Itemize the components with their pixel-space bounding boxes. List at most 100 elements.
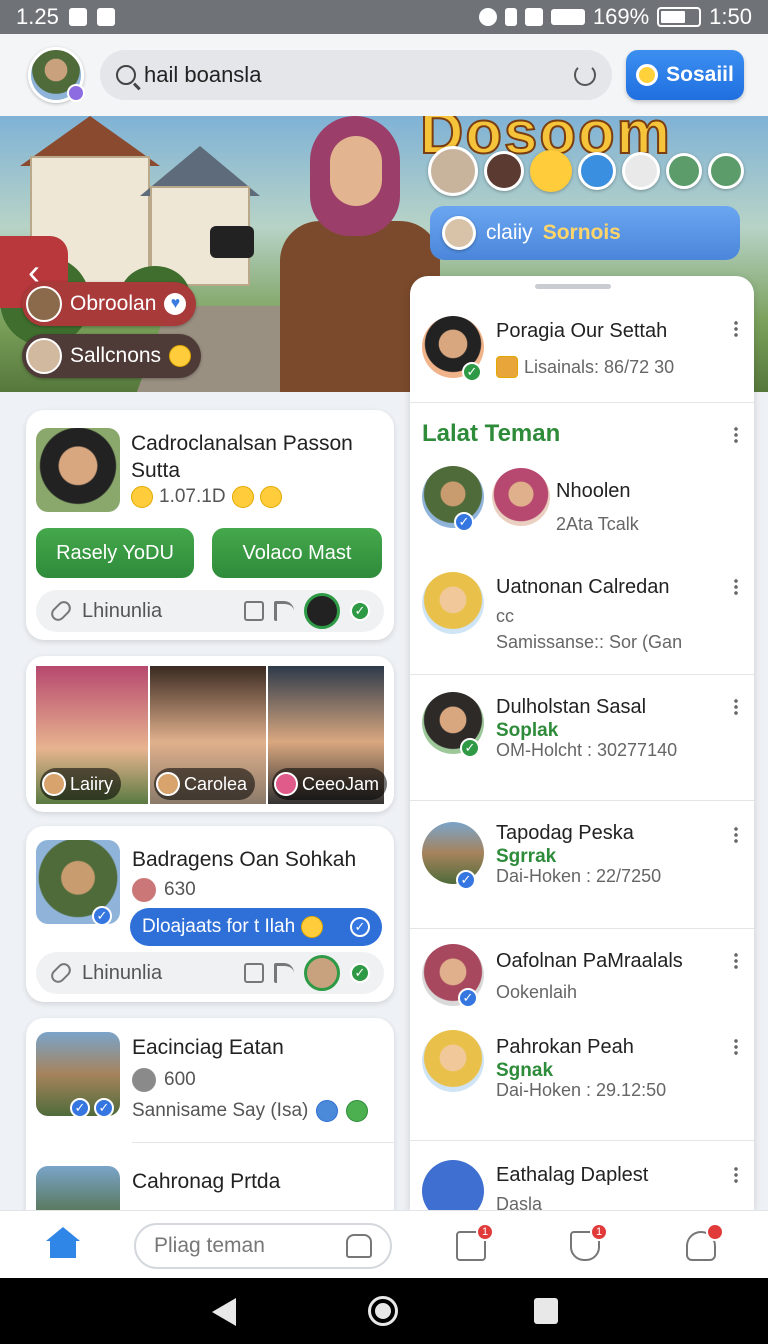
more-icon[interactable] bbox=[734, 1038, 738, 1056]
friend-name: Poragia Our Settah bbox=[496, 320, 668, 342]
recents-icon[interactable] bbox=[534, 1298, 558, 1324]
friend-row[interactable]: ✓ Oafolnan PaMraalals Ookenlaih bbox=[410, 944, 754, 1024]
photo-tile[interactable]: Carolea bbox=[150, 666, 266, 804]
emoji-icon[interactable] bbox=[530, 150, 572, 192]
friend-search[interactable]: Pliag teman bbox=[134, 1223, 392, 1269]
verified-icon: ✓ bbox=[92, 906, 112, 926]
more-icon[interactable] bbox=[734, 698, 738, 716]
hero-pill-chat[interactable]: Obroolan ♥ bbox=[22, 282, 197, 326]
friend-search-input[interactable]: Pliag teman bbox=[154, 1234, 265, 1258]
list-icon[interactable] bbox=[622, 152, 660, 190]
friend-status: Sgnak bbox=[496, 1060, 554, 1081]
camera-avatar[interactable] bbox=[304, 593, 340, 629]
check-icon: ✓ bbox=[350, 601, 370, 621]
gallery-icon bbox=[96, 8, 115, 26]
friend-row[interactable]: Uatnonan Calredan cc Samissanse:: Sor (G… bbox=[410, 572, 754, 672]
rasely-button[interactable]: Rasely YoDU bbox=[36, 528, 194, 578]
hero-pill-sessions[interactable]: Sallcnons bbox=[22, 334, 202, 378]
reply-icon[interactable] bbox=[274, 963, 294, 983]
post-meta: 600 bbox=[132, 1068, 196, 1092]
status-time: 1.25 bbox=[16, 4, 59, 29]
avatar[interactable] bbox=[304, 955, 340, 991]
back-icon[interactable] bbox=[212, 1298, 236, 1326]
friend-row[interactable]: Eathalag Daplest Dasla bbox=[410, 1158, 754, 1210]
more-icon[interactable] bbox=[734, 1166, 738, 1184]
friend-sub: Lisainals: 86/72 30 bbox=[496, 356, 674, 378]
more-icon[interactable] bbox=[734, 426, 738, 444]
more-icon[interactable] bbox=[734, 320, 738, 338]
alarm-icon bbox=[478, 8, 497, 26]
camera-icon bbox=[210, 226, 254, 258]
check-icon: ✓ bbox=[350, 917, 370, 937]
link-label[interactable]: Lhinunlia bbox=[82, 962, 162, 985]
post-card[interactable]: ✓ Badragens Oan Sohkah 630 Dloajaats for… bbox=[26, 826, 394, 1002]
home-icon[interactable] bbox=[46, 1227, 80, 1258]
social-button[interactable]: Sosaiil bbox=[626, 50, 744, 100]
volaco-button[interactable]: Volaco Mast bbox=[212, 528, 382, 578]
link-label[interactable]: Lhinunlia bbox=[82, 600, 162, 623]
group-icon[interactable] bbox=[708, 153, 744, 189]
share-icon[interactable] bbox=[578, 152, 616, 190]
link-icon[interactable] bbox=[48, 598, 74, 624]
system-nav-bar bbox=[0, 1278, 768, 1344]
avatar bbox=[422, 1160, 484, 1210]
photo-tile[interactable]: Laiiry bbox=[36, 666, 148, 804]
add-friend-icon[interactable] bbox=[346, 1234, 372, 1258]
avatar[interactable] bbox=[484, 151, 524, 191]
search-input[interactable]: hail boansla bbox=[144, 62, 261, 88]
avatar bbox=[442, 216, 476, 250]
home-button-icon[interactable] bbox=[368, 1296, 398, 1326]
profile-badge bbox=[706, 1223, 724, 1241]
app-header: hail boansla Sosaiil bbox=[0, 34, 768, 116]
smile-icon bbox=[131, 486, 153, 508]
avatar bbox=[492, 468, 550, 526]
divider bbox=[410, 928, 754, 929]
more-icon[interactable] bbox=[734, 578, 738, 596]
featured-friend[interactable]: ✓ Poragia Our Settah Lisainals: 86/72 30 bbox=[410, 312, 754, 400]
post-thumbnail[interactable] bbox=[36, 428, 120, 512]
post-title: Eacinciag Eatan bbox=[132, 1036, 284, 1059]
refresh-icon[interactable] bbox=[574, 64, 596, 86]
more-icon[interactable] bbox=[734, 952, 738, 970]
highlight-bar[interactable]: Dloajaats for t Ilah ✓ bbox=[130, 908, 382, 946]
verified-icon: ✓ bbox=[456, 870, 476, 890]
hero-user-chip[interactable]: claiiy Sornois bbox=[430, 206, 740, 260]
wifi-icon bbox=[524, 8, 543, 26]
reply-icon[interactable] bbox=[274, 601, 294, 621]
highlight-label: Dloajaats for t Ilah bbox=[142, 916, 296, 937]
friend-line: cc bbox=[496, 606, 514, 626]
friend-row[interactable]: ✓ Tapodag Peska Sgrrak Dai-Hoken : 22/72… bbox=[410, 822, 754, 922]
search-icon bbox=[116, 65, 136, 85]
more-icon[interactable] bbox=[734, 826, 738, 844]
battery-icon bbox=[657, 7, 702, 27]
post-card[interactable]: Cadroclanalsan Passon Sutta 1.07.1D Rase… bbox=[26, 410, 394, 640]
signal-icon bbox=[550, 9, 585, 25]
link-icon[interactable] bbox=[48, 960, 74, 986]
verified-icon: ✓ bbox=[458, 988, 478, 1008]
friend-row[interactable]: ✓ Nhoolen 2Ata Tcalk bbox=[410, 466, 754, 546]
person-icon bbox=[316, 1100, 339, 1122]
friend-name: Pahrokan Peah bbox=[496, 1036, 634, 1058]
search-bar[interactable]: hail boansla bbox=[100, 50, 612, 100]
avatar bbox=[132, 1068, 156, 1092]
section-title: Lalat Teman bbox=[422, 420, 561, 447]
photo-tile[interactable]: CeeoJam bbox=[268, 666, 388, 804]
friend-row[interactable]: ✓ Dulholstan Sasal Soplak OM-Holcht : 30… bbox=[410, 692, 754, 792]
post-meta: 630 bbox=[132, 878, 196, 902]
drag-handle[interactable] bbox=[535, 284, 611, 289]
profile-avatar[interactable] bbox=[28, 47, 85, 103]
heart-icon: ♥ bbox=[164, 293, 187, 315]
friends-panel: ✓ Poragia Our Settah Lisainals: 86/72 30… bbox=[410, 276, 754, 1210]
friend-row[interactable]: Pahrokan Peah Sgnak Dai-Hoken : 29.12:50 bbox=[410, 1030, 754, 1130]
bookmark-icon[interactable] bbox=[244, 601, 264, 621]
profile-badge-icon bbox=[67, 84, 85, 102]
clock-icon bbox=[636, 64, 659, 86]
friend-name: Oafolnan PaMraalals bbox=[496, 950, 683, 972]
messages-badge: 1 bbox=[476, 1223, 494, 1241]
bookmark-icon[interactable] bbox=[244, 963, 264, 983]
divider bbox=[410, 402, 754, 403]
avatar[interactable] bbox=[428, 146, 478, 196]
post-title: Cahronag Prtda bbox=[132, 1170, 281, 1193]
user-icon[interactable] bbox=[666, 153, 702, 189]
bottom-nav: Pliag teman 1 1 bbox=[0, 1210, 768, 1278]
